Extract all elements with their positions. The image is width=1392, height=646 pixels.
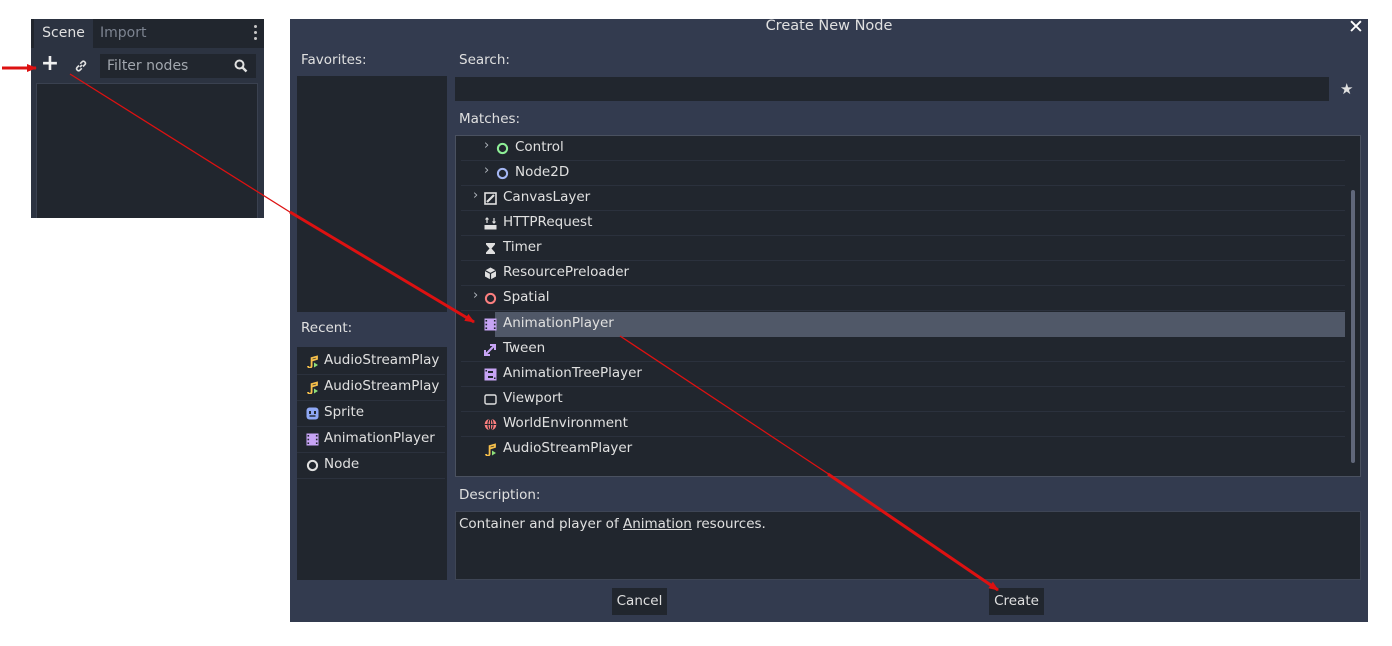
timer-icon — [486, 243, 495, 254]
audio-stream-icon — [307, 355, 318, 368]
tab-scene[interactable]: Scene — [34, 19, 93, 48]
tree-item-timer[interactable]: Timer — [461, 236, 1345, 261]
search-input[interactable] — [455, 77, 1329, 101]
scene-tree[interactable] — [36, 83, 258, 218]
tree-item-label: AnimationPlayer — [503, 315, 614, 331]
tree-item-label: HTTPRequest — [503, 214, 593, 230]
tree-item-label: Spatial — [503, 289, 550, 305]
dialog-titlebar: Create New Node ✕ — [290, 17, 1368, 38]
resource-preloader-icon — [484, 267, 497, 280]
tree-item-viewport[interactable]: Viewport — [461, 387, 1345, 412]
chevron-right-icon[interactable]: › — [473, 288, 478, 303]
recent-label: Recent: — [301, 320, 353, 336]
recent-item-label: AudioStreamPlay — [324, 378, 440, 394]
tree-item-label: Control — [515, 139, 564, 155]
tree-item-animation-player[interactable]: AnimationPlayer — [484, 312, 1345, 337]
control-icon — [496, 142, 509, 155]
chevron-right-icon[interactable]: › — [484, 138, 489, 153]
node-icon — [306, 459, 319, 472]
tween-icon — [484, 344, 496, 356]
recent-list[interactable]: AudioStreamPlay AudioStreamPlay Sprite A… — [297, 347, 447, 580]
scene-dock: Scene Import + — [31, 19, 264, 218]
filter-nodes-input[interactable] — [100, 54, 256, 78]
tree-item-label: AudioStreamPlayer — [503, 440, 633, 456]
tree-item-label: CanvasLayer — [503, 189, 591, 205]
tree-item-node2d[interactable]: › Node2D — [461, 161, 1345, 186]
chevron-right-icon[interactable]: › — [473, 188, 478, 203]
description-text: Container and player of Animation resour… — [459, 516, 766, 532]
dialog-title: Create New Node — [765, 18, 893, 34]
description-link[interactable]: Animation — [623, 516, 692, 532]
tree-item-world-environment[interactable]: WorldEnvironment — [461, 412, 1345, 437]
tree-item-label: Viewport — [503, 390, 563, 406]
audio-stream-icon — [485, 443, 496, 456]
recent-item[interactable]: Sprite — [297, 401, 445, 427]
matches-tree[interactable]: › Control › Node2D › CanvasLayer HTTPReq… — [455, 135, 1361, 477]
tree-item-label: AnimationTreePlayer — [503, 365, 642, 381]
tree-item-label: ResourcePreloader — [503, 264, 630, 280]
recent-item[interactable]: AudioStreamPlay — [297, 349, 445, 375]
spatial-icon — [484, 292, 497, 305]
star-icon[interactable]: ★ — [1340, 80, 1353, 98]
description-box: Container and player of Animation resour… — [455, 511, 1361, 580]
favorites-label: Favorites: — [301, 52, 367, 68]
create-new-node-dialog: Create New Node ✕ Favorites: Recent: Aud… — [290, 17, 1368, 622]
matches-scrollbar[interactable] — [1351, 190, 1355, 463]
tab-import[interactable]: Import — [100, 19, 146, 48]
sprite-icon — [306, 407, 319, 420]
recent-item-label: AnimationPlayer — [324, 430, 435, 446]
tree-item-label: WorldEnvironment — [503, 415, 628, 431]
tree-item-canvas-layer[interactable]: › CanvasLayer — [461, 186, 1345, 211]
tree-item-control[interactable]: › Control — [461, 136, 1345, 161]
http-request-icon — [484, 217, 497, 230]
audio-stream-icon — [307, 381, 318, 394]
tree-item-label: Node2D — [515, 164, 570, 180]
description-after: resources. — [691, 516, 766, 532]
canvas-layer-icon — [484, 192, 497, 205]
animation-player-icon — [484, 318, 497, 331]
cancel-button[interactable]: Cancel — [612, 588, 667, 615]
tree-item-label: Timer — [503, 239, 542, 255]
recent-item-label: Sprite — [324, 404, 365, 420]
tree-item-spatial[interactable]: › Spatial — [461, 286, 1345, 311]
description-label: Description: — [459, 487, 541, 503]
recent-item[interactable]: AudioStreamPlay — [297, 375, 445, 401]
link-icon[interactable] — [71, 56, 91, 76]
description-before: Container and player of — [459, 516, 623, 532]
node2d-icon — [496, 167, 509, 180]
tree-item-resource-preloader[interactable]: ResourcePreloader — [461, 261, 1345, 286]
create-button[interactable]: Create — [989, 588, 1044, 615]
animation-tree-player-icon — [484, 368, 497, 381]
recent-item[interactable]: Node — [297, 453, 445, 479]
search-label: Search: — [459, 52, 510, 68]
tree-item-http-request[interactable]: HTTPRequest — [461, 211, 1345, 236]
world-environment-icon — [484, 418, 497, 431]
viewport-icon — [484, 394, 497, 405]
tree-item-audio-stream-player[interactable]: AudioStreamPlayer — [461, 437, 1345, 462]
animation-player-icon — [306, 433, 319, 446]
favorites-list[interactable] — [297, 76, 447, 312]
recent-item-label: AudioStreamPlay — [324, 352, 440, 368]
tree-item-tween[interactable]: Tween — [461, 337, 1345, 362]
recent-item-label: Node — [324, 456, 360, 472]
recent-item[interactable]: AnimationPlayer — [297, 427, 445, 453]
tree-item-label: Tween — [503, 340, 546, 356]
chevron-right-icon[interactable]: › — [484, 163, 489, 178]
dock-tab-bar: Scene Import — [31, 19, 264, 48]
close-icon[interactable]: ✕ — [1348, 17, 1364, 37]
plus-icon[interactable]: + — [39, 53, 61, 76]
scene-toolbar: + — [31, 50, 264, 81]
search-icon — [234, 59, 248, 73]
matches-label: Matches: — [459, 111, 521, 127]
vertical-dots-icon[interactable] — [254, 25, 258, 42]
tree-item-animation-tree-player[interactable]: AnimationTreePlayer — [461, 362, 1345, 387]
